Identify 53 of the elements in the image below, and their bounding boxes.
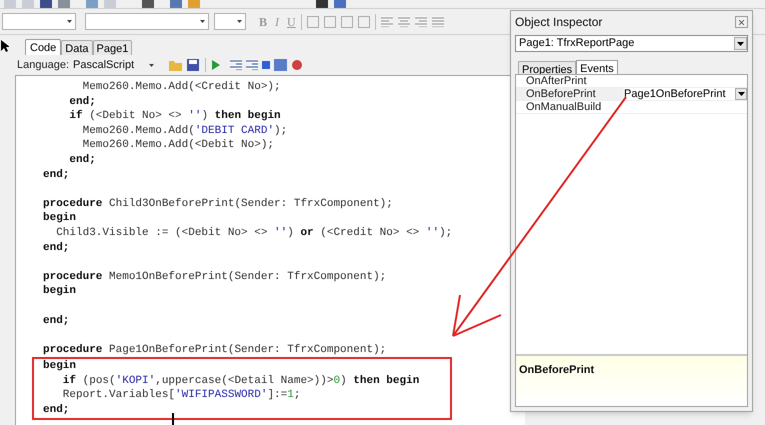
code-line: end;: [43, 240, 70, 256]
code-line: Child3.Visible := (<Debit No> <> '') or (<Credit No> <> '');: [55, 226, 452, 241]
event-name[interactable]: OnBeforePrint: [516, 88, 624, 100]
code-line: end;: [43, 314, 70, 328]
align-center-icon[interactable]: [398, 16, 410, 26]
code-line: begin: [43, 359, 76, 374]
code-line: if (pos('KOPI',uppercase(<Detail Name>))>0) then begin: [62, 374, 420, 388]
language-label: Language:: [17, 58, 69, 73]
caret-icon: [200, 20, 205, 23]
caret-icon: [67, 20, 72, 23]
code-line: begin: [43, 284, 76, 299]
code-line: procedure Memo1OnBeforePrint(Sender: TfrxComponent);: [43, 270, 386, 284]
window-title: Object Inspector: [515, 14, 602, 31]
code-line: Memo260.Memo.Add('DEBIT CARD');: [82, 124, 288, 138]
code-line: procedure Page1OnBeforePrint(Sender: TfrxComponent);: [43, 342, 386, 358]
code-line: end;: [68, 94, 96, 110]
code-line: end;: [43, 403, 70, 418]
font-name-dropdown[interactable]: [85, 13, 209, 30]
justify-icon[interactable]: [432, 16, 444, 26]
step-over-icon[interactable]: [246, 60, 258, 70]
code-line: end;: [43, 168, 70, 182]
mouse-pointer-icon: [1, 40, 9, 52]
inspector-tab[interactable]: Events: [576, 60, 618, 74]
align-right-icon[interactable]: [414, 16, 427, 26]
code-line: Report.Variables['WIFIPASSWORD']:=1;: [62, 388, 300, 404]
caret-icon: [149, 64, 154, 66]
code-line: begin: [43, 211, 76, 226]
code-line: Memo260.Memo.Add(<Debit No>);: [82, 138, 274, 153]
close-icon: [739, 20, 744, 24]
editor-tab[interactable]: Page1: [92, 40, 132, 55]
close-button[interactable]: [735, 16, 748, 28]
code-line: end;: [68, 152, 96, 168]
breakpoint-icon[interactable]: [291, 59, 303, 71]
code-line: if (<Debit No> <> '') then begin: [68, 109, 281, 124]
text-cursor: [172, 413, 174, 425]
code-line: Memo260.Memo.Add(<Credit No>);: [82, 80, 281, 95]
caret-icon: [237, 20, 242, 23]
object-dropdown[interactable]: Page1: TfrxReportPage: [515, 35, 748, 52]
inspector-tab[interactable]: Properties: [518, 61, 576, 74]
editor-tab[interactable]: Data: [61, 40, 93, 55]
step-into-icon[interactable]: [230, 60, 242, 70]
description-text: OnBeforePrint: [519, 364, 594, 376]
code-line: procedure Child3OnBeforePrint(Sender: TfrxComponent);: [43, 196, 393, 212]
font-size-dropdown[interactable]: [214, 13, 246, 30]
event-value-field[interactable]: Page1OnBeforePrint: [624, 88, 747, 100]
save-icon[interactable]: [187, 59, 199, 71]
caret-icon: [738, 92, 744, 96]
language-dropdown[interactable]: PascalScript: [73, 57, 157, 73]
font-style-dropdown[interactable]: [2, 13, 76, 30]
caret-icon: [737, 42, 744, 46]
editor-tab[interactable]: Code: [25, 39, 62, 55]
align-left-icon[interactable]: [380, 16, 393, 26]
run-icon[interactable]: [212, 60, 220, 70]
